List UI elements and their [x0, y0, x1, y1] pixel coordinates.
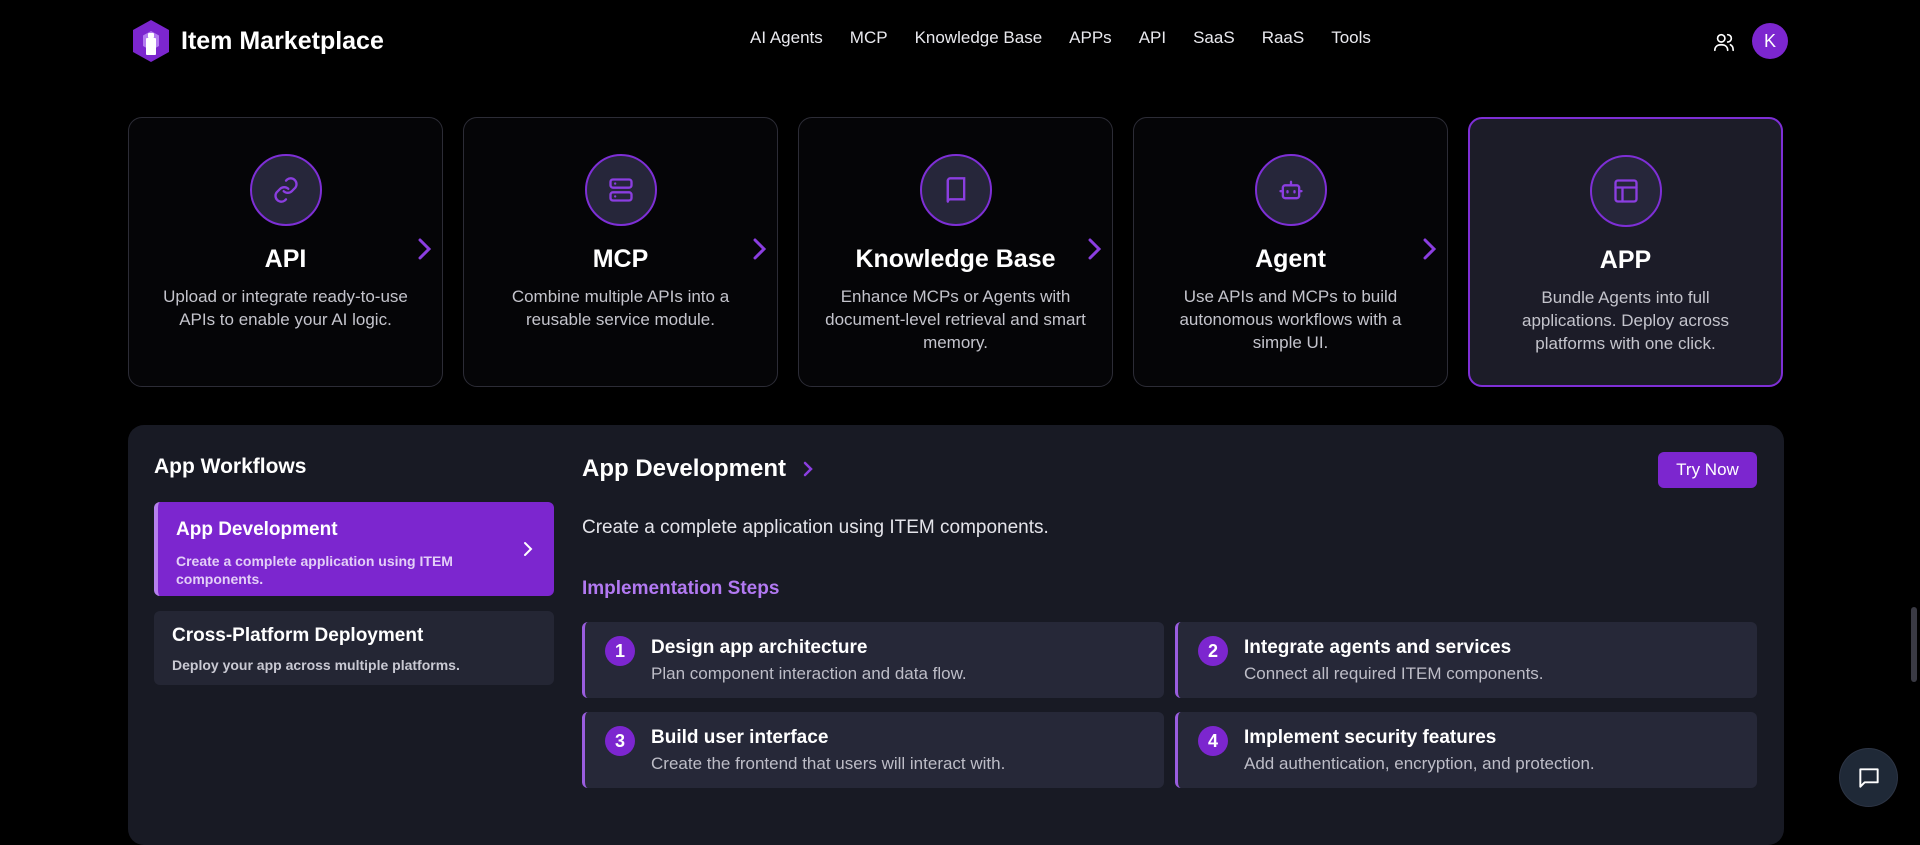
- card-title: MCP: [592, 245, 649, 273]
- step-number: 1: [605, 636, 635, 666]
- nav-saas[interactable]: SaaS: [1193, 28, 1235, 48]
- nav-raas[interactable]: RaaS: [1262, 28, 1305, 48]
- step-card: 4 Implement security features Add authen…: [1175, 712, 1757, 788]
- card-title: Agent: [1255, 245, 1326, 273]
- users-icon[interactable]: [1713, 31, 1735, 53]
- link-icon: [249, 154, 322, 226]
- step-number: 4: [1198, 726, 1228, 756]
- component-type-cards: API Upload or integrate ready-to-use API…: [128, 117, 1784, 389]
- workflow-item-title: App Development: [176, 519, 338, 540]
- nav-mcp[interactable]: MCP: [850, 28, 888, 48]
- card-description: Enhance MCPs or Agents with document-lev…: [825, 287, 1086, 352]
- step-card: 1 Design app architecture Plan component…: [582, 622, 1164, 698]
- detail-title-text: App Development: [582, 455, 787, 482]
- main-nav: AI Agents MCP Knowledge Base APPs API Sa…: [750, 28, 1371, 48]
- nav-api[interactable]: API: [1139, 28, 1166, 48]
- card-description: Use APIs and MCPs to build autonomous wo…: [1179, 287, 1402, 352]
- step-card: 2 Integrate agents and services Connect …: [1175, 622, 1757, 698]
- card-description: Upload or integrate ready-to-use APIs to…: [163, 287, 408, 329]
- nav-knowledge-base[interactable]: Knowledge Base: [915, 28, 1043, 48]
- card-title: Knowledge Base: [855, 245, 1056, 273]
- step-title: Build user interface: [651, 727, 829, 748]
- card-description: Combine multiple APIs into a reusable se…: [511, 287, 730, 329]
- detail-description: Create a complete application using ITEM…: [582, 517, 1049, 538]
- step-description: Connect all required ITEM components.: [1244, 664, 1544, 683]
- scrollbar-thumb[interactable]: [1911, 607, 1917, 682]
- bot-icon: [1254, 154, 1327, 226]
- top-header: Item Marketplace AI Agents MCP Knowledge…: [0, 0, 1920, 82]
- step-title: Integrate agents and services: [1244, 637, 1512, 658]
- step-description: Plan component interaction and data flow…: [651, 664, 967, 683]
- card-description: Bundle Agents into full applications. De…: [1522, 288, 1729, 353]
- book-icon: [919, 154, 992, 226]
- chat-button[interactable]: [1840, 749, 1897, 806]
- chevron-right-icon: [803, 461, 813, 477]
- implementation-steps-title: Implementation Steps: [582, 578, 780, 599]
- chevron-right-icon: [753, 238, 767, 260]
- nav-apps[interactable]: APPs: [1069, 28, 1112, 48]
- chevron-right-icon: [418, 238, 432, 260]
- detail-title[interactable]: App Development: [582, 455, 814, 483]
- user-avatar[interactable]: K: [1752, 23, 1788, 59]
- step-number: 3: [605, 726, 635, 756]
- card-knowledge-base[interactable]: Knowledge Base Enhance MCPs or Agents wi…: [798, 117, 1113, 387]
- server-icon: [584, 154, 657, 226]
- workflow-item-cross-platform[interactable]: Cross-Platform Deployment Deploy your ap…: [154, 611, 554, 685]
- workflows-panel: App Workflows App Development Create a c…: [128, 425, 1784, 845]
- nav-tools[interactable]: Tools: [1331, 28, 1371, 48]
- card-api[interactable]: API Upload or integrate ready-to-use API…: [128, 117, 443, 387]
- workflows-title: App Workflows: [154, 455, 307, 478]
- step-card: 3 Build user interface Create the fronte…: [582, 712, 1164, 788]
- try-now-button[interactable]: Try Now: [1658, 452, 1757, 488]
- chat-icon: [1858, 767, 1879, 788]
- app-title: Item Marketplace: [181, 26, 384, 55]
- cube-logo-icon: [133, 20, 169, 62]
- card-title: API: [264, 245, 307, 273]
- step-description: Create the frontend that users will inte…: [651, 754, 1006, 773]
- chevron-right-icon: [524, 542, 533, 556]
- page-scrollbar[interactable]: [1911, 82, 1917, 827]
- card-title: APP: [1599, 246, 1652, 274]
- nav-ai-agents[interactable]: AI Agents: [750, 28, 823, 48]
- layout-icon: [1589, 155, 1662, 227]
- chevron-right-icon: [1088, 238, 1102, 260]
- workflow-item-description: Create a complete application using ITEM…: [176, 553, 453, 587]
- card-agent[interactable]: Agent Use APIs and MCPs to build autonom…: [1133, 117, 1448, 387]
- card-app[interactable]: APP Bundle Agents into full applications…: [1468, 117, 1783, 387]
- step-title: Implement security features: [1244, 727, 1497, 748]
- chevron-right-icon: [1423, 238, 1437, 260]
- step-number: 2: [1198, 636, 1228, 666]
- step-title: Design app architecture: [651, 637, 868, 658]
- workflow-item-title: Cross-Platform Deployment: [172, 625, 424, 646]
- workflow-item-app-development[interactable]: App Development Create a complete applic…: [154, 502, 554, 596]
- workflow-item-description: Deploy your app across multiple platform…: [172, 657, 460, 673]
- step-description: Add authentication, encryption, and prot…: [1244, 754, 1595, 773]
- card-mcp[interactable]: MCP Combine multiple APIs into a reusabl…: [463, 117, 778, 387]
- logo[interactable]: Item Marketplace: [131, 19, 384, 63]
